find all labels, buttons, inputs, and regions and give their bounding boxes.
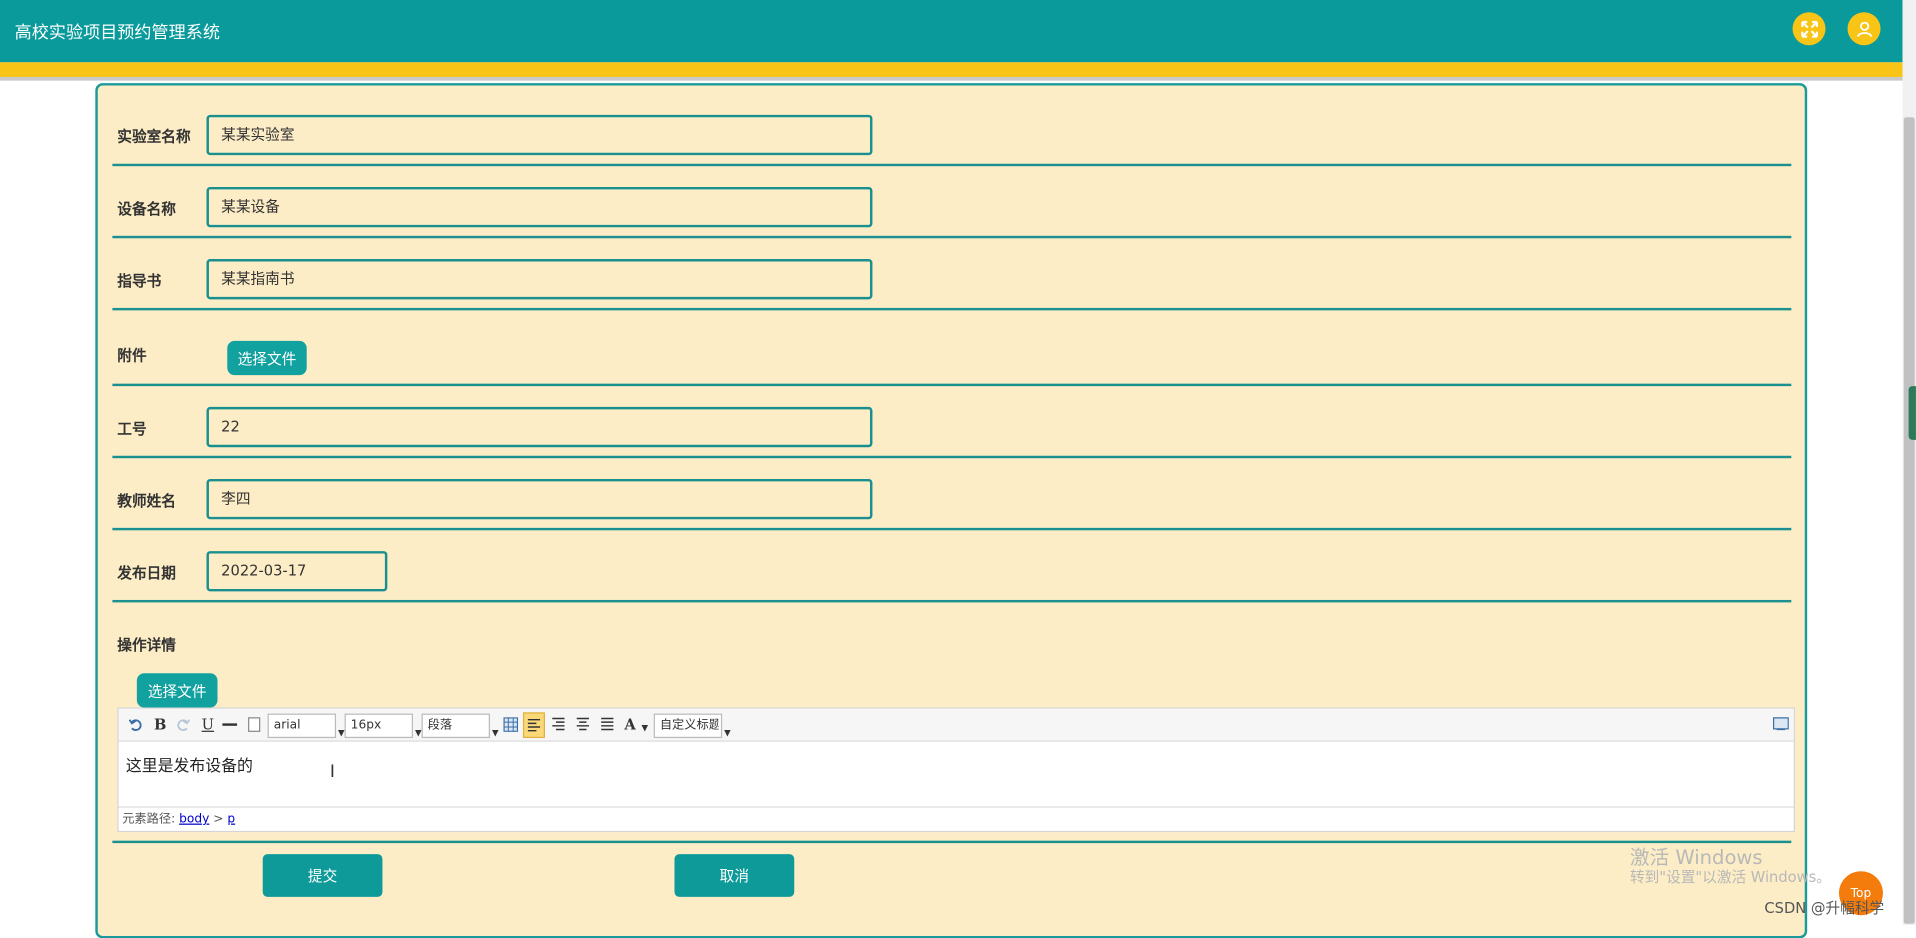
side-widget-tab[interactable] [1908, 386, 1916, 440]
font-size-select[interactable]: 16px ▼ [344, 713, 422, 739]
activation-watermark-subtitle: 转到"设置"以激活 Windows。 [1630, 868, 1831, 886]
device-name-input[interactable]: 某某设备 [206, 186, 873, 228]
font-family-select[interactable]: arial ▼ [267, 713, 345, 739]
cancel-button[interactable]: 取消 [674, 854, 795, 897]
scrollbar-thumb[interactable] [1903, 117, 1915, 924]
rich-text-editor: B U arial ▼ 16px ▼ 段落 ▼ A ▼ 自定义标题 ▼ 这里是发… [117, 707, 1795, 833]
row-divider [112, 840, 1792, 844]
text-cursor-icon: Ⅰ [329, 762, 335, 783]
chevron-down-icon: ▼ [491, 728, 499, 739]
custom-heading-value: 自定义标题 [659, 718, 719, 732]
lab-name-label: 实验室名称 [117, 128, 191, 146]
lab-name-input[interactable]: 某某实验室 [206, 114, 873, 156]
staff-id-label: 工号 [117, 420, 147, 438]
app-title: 高校实验项目预约管理系统 [14, 23, 220, 43]
csdn-watermark: CSDN @升幅科学 [1764, 899, 1885, 917]
element-path-body-link[interactable]: body [179, 813, 209, 826]
fullscreen-button[interactable] [1792, 12, 1826, 46]
element-path-p-link[interactable]: p [227, 813, 235, 826]
row-divider [112, 235, 1792, 239]
app-header: 高校实验项目预约管理系统 [0, 0, 1903, 63]
editor-toolbar: B U arial ▼ 16px ▼ 段落 ▼ A ▼ 自定义标题 ▼ [118, 708, 1794, 742]
paragraph-value: 段落 [427, 718, 453, 732]
details-choose-file-button[interactable]: 选择文件 [136, 673, 218, 708]
source-code-icon[interactable] [1772, 716, 1789, 732]
chevron-down-icon: ▼ [724, 728, 731, 739]
row-divider [112, 307, 1792, 311]
header-accent-bar [0, 62, 1903, 77]
row-divider [112, 163, 1792, 167]
element-path-separator: > [213, 812, 224, 827]
undo-icon[interactable] [128, 717, 143, 732]
paste-plain-icon[interactable] [248, 717, 261, 732]
row-divider [112, 383, 1792, 387]
font-size-value: 16px [350, 718, 382, 732]
expand-icon [1800, 20, 1818, 38]
bold-button[interactable]: B [154, 715, 166, 735]
element-path: 元素路径: body > p [118, 806, 1794, 832]
guide-input[interactable]: 某某指南书 [206, 259, 873, 300]
align-left-button[interactable] [522, 712, 545, 739]
row-divider [112, 527, 1792, 531]
device-name-label: 设备名称 [117, 200, 176, 218]
guide-label: 指导书 [117, 272, 162, 290]
attachment-label: 附件 [117, 347, 147, 365]
justify-icon[interactable] [600, 716, 615, 733]
header-divider [0, 76, 1903, 81]
redo-icon[interactable] [176, 717, 191, 732]
horizontal-rule-icon[interactable] [222, 723, 238, 726]
font-family-value: arial [273, 718, 301, 732]
table-icon[interactable] [503, 717, 519, 732]
publish-date-input[interactable]: 2022-03-17 [206, 551, 388, 592]
editor-content[interactable]: 这里是发布设备的 [126, 753, 253, 776]
staff-id-input[interactable]: 22 [206, 406, 873, 448]
align-center-icon[interactable] [576, 716, 591, 733]
paragraph-select[interactable]: 段落 ▼ [421, 713, 499, 739]
user-icon [1856, 21, 1872, 37]
details-label: 操作详情 [117, 636, 176, 654]
teacher-name-label: 教师姓名 [117, 492, 176, 510]
user-menu-button[interactable] [1847, 12, 1881, 46]
align-right-icon[interactable] [551, 716, 566, 733]
font-color-button[interactable]: A [624, 715, 635, 735]
align-left-icon [527, 718, 541, 732]
attachment-choose-file-button[interactable]: 选择文件 [227, 340, 307, 376]
element-path-label: 元素路径: [122, 812, 176, 827]
publish-date-label: 发布日期 [117, 564, 176, 582]
chevron-down-icon[interactable]: ▼ [641, 718, 648, 738]
row-divider [112, 599, 1792, 603]
underline-button[interactable]: U [202, 715, 214, 735]
row-divider [112, 455, 1792, 459]
custom-heading-select[interactable]: 自定义标题 ▼ [653, 713, 731, 739]
submit-button[interactable]: 提交 [262, 854, 383, 897]
teacher-name-input[interactable]: 李四 [206, 478, 873, 520]
